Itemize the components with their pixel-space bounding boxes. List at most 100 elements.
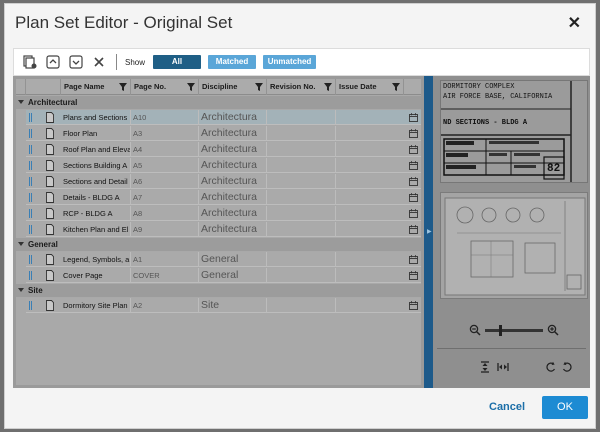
- add-sheets-icon[interactable]: [22, 54, 38, 70]
- table-row[interactable]: Legend, Symbols, a A1 General: [26, 252, 421, 267]
- filter-matched-button[interactable]: Matched: [208, 55, 257, 69]
- cell-page-no[interactable]: A2: [131, 298, 199, 313]
- filter-icon[interactable]: [324, 83, 332, 91]
- cell-discipline[interactable]: General: [199, 268, 267, 283]
- table-row[interactable]: Plans and Sections A10 Architectura: [26, 110, 421, 125]
- zoom-slider-thumb[interactable]: [499, 324, 502, 336]
- drag-handle-icon[interactable]: [29, 129, 32, 138]
- table-row[interactable]: Floor Plan A3 Architectura: [26, 126, 421, 141]
- cell-revision-no[interactable]: [267, 252, 336, 267]
- cell-page-no[interactable]: A6: [131, 174, 199, 189]
- collapse-caret-icon[interactable]: [18, 288, 24, 292]
- cell-discipline[interactable]: General: [199, 252, 267, 267]
- group-header[interactable]: Architectural: [16, 96, 421, 109]
- cell-page-name[interactable]: Legend, Symbols, a: [61, 252, 131, 267]
- zoom-slider[interactable]: [485, 324, 543, 336]
- cell-discipline[interactable]: Architectura: [199, 158, 267, 173]
- calendar-icon[interactable]: [409, 177, 418, 186]
- calendar-icon[interactable]: [409, 225, 418, 234]
- cell-revision-no[interactable]: [267, 268, 336, 283]
- ok-button[interactable]: OK: [542, 396, 588, 419]
- cell-issue-date[interactable]: [336, 222, 421, 237]
- drag-handle-icon[interactable]: [29, 271, 32, 280]
- drag-handle-icon[interactable]: [29, 193, 32, 202]
- cell-page-name[interactable]: Floor Plan: [61, 126, 131, 141]
- cell-page-no[interactable]: A5: [131, 158, 199, 173]
- close-icon[interactable]: ✕: [568, 13, 581, 33]
- cell-revision-no[interactable]: [267, 110, 336, 125]
- cell-issue-date[interactable]: [336, 126, 421, 141]
- drag-handle-icon[interactable]: [29, 209, 32, 218]
- expand-icon[interactable]: ▶: [427, 228, 432, 235]
- drag-handle-icon[interactable]: [29, 301, 32, 310]
- cell-revision-no[interactable]: [267, 174, 336, 189]
- cell-discipline[interactable]: Architectura: [199, 174, 267, 189]
- cell-revision-no[interactable]: [267, 190, 336, 205]
- calendar-icon[interactable]: [409, 271, 418, 280]
- table-row[interactable]: Details - BLDG A A7 Architectura: [26, 190, 421, 205]
- column-header-page-no[interactable]: Page No.: [131, 79, 199, 95]
- cancel-button[interactable]: Cancel: [489, 401, 525, 413]
- table-row[interactable]: Cover Page COVER General: [26, 268, 421, 283]
- panel-splitter[interactable]: ▶: [424, 76, 433, 388]
- cell-issue-date[interactable]: [336, 142, 421, 157]
- cell-revision-no[interactable]: [267, 142, 336, 157]
- drag-handle-icon[interactable]: [29, 161, 32, 170]
- cell-page-name[interactable]: Dormitory Site Plan: [61, 298, 131, 313]
- column-header-issue-date[interactable]: Issue Date: [336, 79, 404, 95]
- cell-discipline[interactable]: Architectura: [199, 142, 267, 157]
- calendar-icon[interactable]: [409, 161, 418, 170]
- filter-icon[interactable]: [187, 83, 195, 91]
- cell-page-name[interactable]: Cover Page: [61, 268, 131, 283]
- cell-page-name[interactable]: RCP - BLDG A: [61, 206, 131, 221]
- move-down-icon[interactable]: [68, 54, 84, 70]
- calendar-icon[interactable]: [409, 145, 418, 154]
- fit-height-icon[interactable]: [479, 361, 491, 373]
- cell-discipline[interactable]: Architectura: [199, 190, 267, 205]
- cell-discipline[interactable]: Architectura: [199, 126, 267, 141]
- filter-icon[interactable]: [119, 83, 127, 91]
- group-header[interactable]: General: [16, 238, 421, 251]
- table-row[interactable]: Sections Building A A5 Architectura: [26, 158, 421, 173]
- calendar-icon[interactable]: [409, 209, 418, 218]
- collapse-caret-icon[interactable]: [18, 242, 24, 246]
- cell-page-no[interactable]: A10: [131, 110, 199, 125]
- cell-issue-date[interactable]: [336, 268, 421, 283]
- table-row[interactable]: Sections and Detail A6 Architectura: [26, 174, 421, 189]
- cell-issue-date[interactable]: [336, 110, 421, 125]
- calendar-icon[interactable]: [409, 193, 418, 202]
- cell-issue-date[interactable]: [336, 206, 421, 221]
- drag-handle-icon[interactable]: [29, 113, 32, 122]
- cell-page-name[interactable]: Sections Building A: [61, 158, 131, 173]
- cell-discipline[interactable]: Architectura: [199, 110, 267, 125]
- filter-unmatched-button[interactable]: Unmatched: [263, 55, 317, 69]
- table-row[interactable]: Kitchen Plan and El A9 Architectura: [26, 222, 421, 237]
- cell-revision-no[interactable]: [267, 298, 336, 313]
- cell-page-no[interactable]: A3: [131, 126, 199, 141]
- cell-discipline[interactable]: Architectura: [199, 222, 267, 237]
- cell-page-no[interactable]: A7: [131, 190, 199, 205]
- group-header[interactable]: Site: [16, 284, 421, 297]
- column-header-revision-no[interactable]: Revision No.: [267, 79, 336, 95]
- cell-page-name[interactable]: Kitchen Plan and El: [61, 222, 131, 237]
- cell-page-no[interactable]: A9: [131, 222, 199, 237]
- cell-revision-no[interactable]: [267, 158, 336, 173]
- drag-handle-icon[interactable]: [29, 145, 32, 154]
- drag-handle-icon[interactable]: [29, 255, 32, 264]
- rotate-right-icon[interactable]: [561, 361, 573, 373]
- cell-page-no[interactable]: A8: [131, 206, 199, 221]
- sheet-thumbnail[interactable]: [440, 192, 588, 299]
- calendar-icon[interactable]: [409, 129, 418, 138]
- rotate-left-icon[interactable]: [545, 361, 557, 373]
- cell-page-name[interactable]: Details - BLDG A: [61, 190, 131, 205]
- cell-issue-date[interactable]: [336, 158, 421, 173]
- filter-all-button[interactable]: All: [153, 55, 202, 69]
- cell-page-no[interactable]: A4: [131, 142, 199, 157]
- cell-page-no[interactable]: A1: [131, 252, 199, 267]
- table-row[interactable]: Dormitory Site Plan A2 Site: [26, 298, 421, 313]
- cell-issue-date[interactable]: [336, 252, 421, 267]
- calendar-icon[interactable]: [409, 301, 418, 310]
- cell-issue-date[interactable]: [336, 190, 421, 205]
- cell-revision-no[interactable]: [267, 222, 336, 237]
- cell-revision-no[interactable]: [267, 126, 336, 141]
